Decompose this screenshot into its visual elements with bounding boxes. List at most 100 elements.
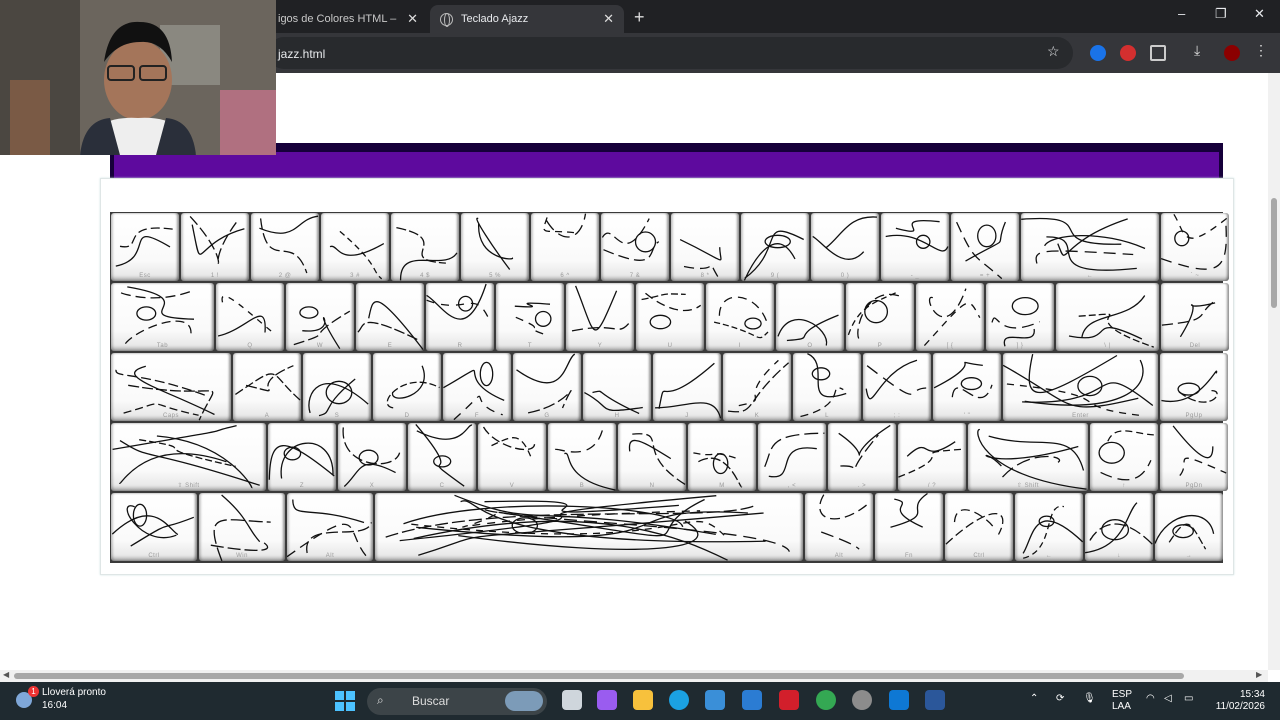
weather-widget[interactable]: Lloverá pronto 16:04 <box>42 686 106 712</box>
key[interactable]: K <box>723 353 791 421</box>
key[interactable]: ] } <box>986 283 1054 351</box>
key[interactable]: Win <box>199 493 285 561</box>
key[interactable]: PgUp <box>1160 353 1228 421</box>
key[interactable]: Ctrl <box>111 493 197 561</box>
key[interactable]: S <box>303 353 371 421</box>
openai-icon[interactable] <box>852 690 872 710</box>
key[interactable]: O <box>776 283 844 351</box>
key[interactable]: Tab <box>111 283 214 351</box>
key[interactable]: Esc <box>111 213 179 281</box>
chevron-up-icon[interactable]: ⌃ <box>1030 693 1038 705</box>
key[interactable]: ⇧ Shift <box>968 423 1088 491</box>
key[interactable]: - _ <box>881 213 949 281</box>
key[interactable]: ` ~ <box>1161 213 1229 281</box>
key[interactable]: ⇧ Shift <box>111 423 266 491</box>
key[interactable]: B <box>548 423 616 491</box>
scroll-left-icon[interactable]: ◀ <box>3 670 9 679</box>
key[interactable]: PgDn <box>1160 423 1228 491</box>
key[interactable]: H <box>583 353 651 421</box>
language-indicator[interactable]: ESP LAA <box>1112 689 1132 713</box>
close-tab-icon[interactable]: ✕ <box>407 11 418 27</box>
close-tab-icon[interactable]: ✕ <box>603 11 614 27</box>
key[interactable]: Alt <box>805 493 873 561</box>
key[interactable]: [ { <box>916 283 984 351</box>
key[interactable]: R <box>426 283 494 351</box>
key[interactable]: , < <box>758 423 826 491</box>
copilot-icon[interactable] <box>597 690 617 710</box>
key[interactable]: 2 @ <box>251 213 319 281</box>
adblock-icon[interactable] <box>1120 45 1136 61</box>
key[interactable]: G <box>513 353 581 421</box>
scroll-thumb[interactable] <box>14 673 1184 679</box>
tab-teclado-ajazz[interactable]: Teclado Ajazz ✕ <box>430 5 624 33</box>
file-explorer-icon[interactable] <box>633 690 653 710</box>
key[interactable]: I <box>706 283 774 351</box>
key[interactable]: V <box>478 423 546 491</box>
tab-colores[interactable]: igos de Colores HTML – HT ✕ <box>268 5 428 33</box>
app-l-icon[interactable] <box>779 690 799 710</box>
key[interactable]: M <box>688 423 756 491</box>
key[interactable]: ; : <box>863 353 931 421</box>
key[interactable]: Fn <box>875 493 943 561</box>
app-icon[interactable] <box>742 690 762 710</box>
microphone-icon[interactable]: 🎙 <box>1083 693 1096 705</box>
key[interactable]: ' " <box>933 353 1001 421</box>
key[interactable]: 4 $ <box>391 213 459 281</box>
key[interactable]: 8 * <box>671 213 739 281</box>
key[interactable]: 7 & <box>601 213 669 281</box>
edge-icon[interactable] <box>669 690 689 710</box>
key[interactable]: \ | <box>1056 283 1159 351</box>
key[interactable]: 3 # <box>321 213 389 281</box>
key[interactable]: W <box>286 283 354 351</box>
minimize-button[interactable]: – <box>1178 6 1185 21</box>
avatar[interactable] <box>1224 45 1240 61</box>
key[interactable]: U <box>636 283 704 351</box>
puzzle-icon[interactable] <box>1150 45 1166 61</box>
key[interactable]: Enter <box>1003 353 1158 421</box>
key[interactable]: Q <box>216 283 284 351</box>
key[interactable]: ← <box>1021 213 1159 281</box>
address-bar[interactable]: jazz.html <box>268 37 1073 69</box>
key[interactable]: Caps <box>111 353 231 421</box>
vscode-icon[interactable] <box>889 690 909 710</box>
menu-icon[interactable]: ⋮ <box>1254 42 1270 58</box>
key[interactable]: Alt <box>287 493 373 561</box>
key[interactable]: E <box>356 283 424 351</box>
key[interactable]: Del <box>1161 283 1229 351</box>
key[interactable]: Ctrl <box>945 493 1013 561</box>
key[interactable]: F <box>443 353 511 421</box>
key[interactable]: → <box>1155 493 1223 561</box>
key[interactable]: 5 % <box>461 213 529 281</box>
key[interactable]: L <box>793 353 861 421</box>
battery-icon[interactable]: ▭ <box>1184 693 1193 705</box>
key[interactable]: ← <box>1015 493 1083 561</box>
key[interactable]: X <box>338 423 406 491</box>
new-tab-button[interactable]: + <box>634 7 645 28</box>
sync-icon[interactable]: ⟳ <box>1056 693 1064 705</box>
close-window-button[interactable]: ✕ <box>1254 6 1265 22</box>
key[interactable]: 1 ! <box>181 213 249 281</box>
key[interactable]: C <box>408 423 476 491</box>
wifi-icon[interactable]: ◠ <box>1146 693 1155 705</box>
key[interactable]: 0 ) <box>811 213 879 281</box>
key[interactable]: N <box>618 423 686 491</box>
key[interactable]: D <box>373 353 441 421</box>
task-view-icon[interactable] <box>562 690 582 710</box>
key[interactable] <box>375 493 803 561</box>
key[interactable]: ↑ <box>1090 423 1158 491</box>
bookmark-star-icon[interactable]: ☆ <box>1047 43 1060 60</box>
key[interactable]: / ? <box>898 423 966 491</box>
clock[interactable]: 15:34 11/02/2026 <box>1213 689 1265 713</box>
key[interactable]: . > <box>828 423 896 491</box>
store-icon[interactable] <box>705 690 725 710</box>
key[interactable]: Y <box>566 283 634 351</box>
chrome-icon[interactable] <box>816 690 836 710</box>
key[interactable]: 6 ^ <box>531 213 599 281</box>
key[interactable]: ↓ <box>1085 493 1153 561</box>
key[interactable]: = + <box>951 213 1019 281</box>
volume-icon[interactable]: ◁ <box>1164 693 1172 705</box>
extension-icon[interactable] <box>1090 45 1106 61</box>
scroll-thumb[interactable] <box>1271 198 1277 308</box>
horizontal-scrollbar[interactable]: ◀ ▶ <box>0 670 1268 682</box>
key[interactable]: P <box>846 283 914 351</box>
